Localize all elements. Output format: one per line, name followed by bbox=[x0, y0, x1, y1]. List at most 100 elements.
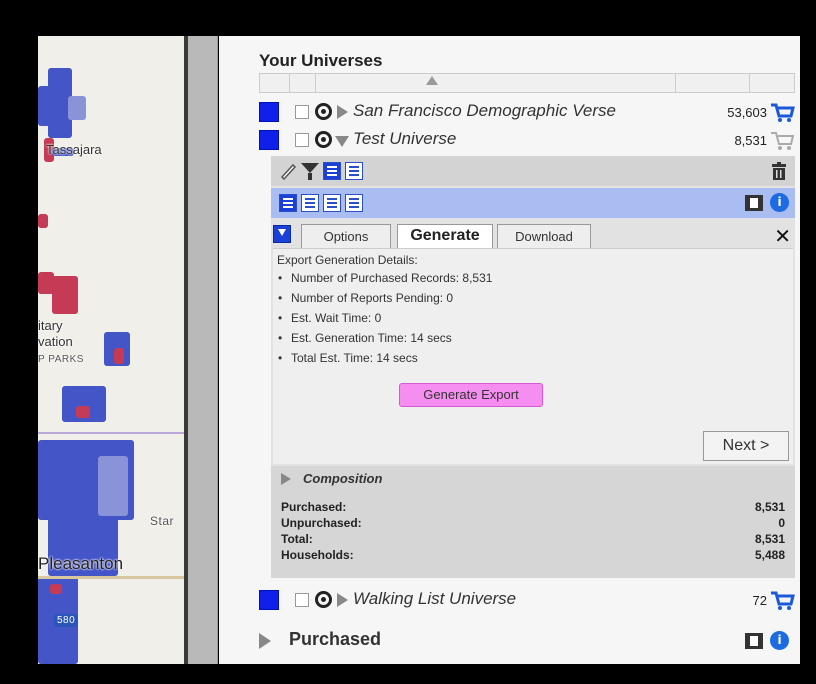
map-label: vation bbox=[38, 334, 73, 349]
universe-name[interactable]: San Francisco Demographic Verse bbox=[353, 101, 616, 121]
universe-name[interactable]: Test Universe bbox=[353, 129, 456, 149]
universe-checkbox[interactable] bbox=[295, 593, 309, 607]
copy-icon[interactable] bbox=[345, 194, 363, 212]
universe-name[interactable]: Walking List Universe bbox=[353, 589, 516, 609]
target-icon[interactable] bbox=[315, 591, 332, 608]
panel-splitter[interactable] bbox=[188, 36, 218, 664]
map-data-region bbox=[38, 86, 52, 126]
film-icon[interactable] bbox=[745, 633, 763, 649]
add-filter-icon[interactable] bbox=[323, 162, 341, 180]
filter-icon[interactable] bbox=[301, 163, 319, 180]
map-data-region bbox=[38, 272, 54, 294]
expand-arrow-icon[interactable] bbox=[337, 105, 348, 119]
composition-value: 5,488 bbox=[754, 548, 785, 562]
list-item: Number of Purchased Records: 8,531 bbox=[277, 271, 492, 291]
cart-icon[interactable] bbox=[769, 589, 795, 611]
expand-arrow-icon[interactable] bbox=[281, 473, 291, 485]
composition-value: 8,531 bbox=[754, 500, 785, 514]
walklist-icon[interactable] bbox=[323, 194, 341, 212]
highway-shield: 580 bbox=[54, 614, 79, 627]
report-icon[interactable] bbox=[301, 194, 319, 212]
universe-row[interactable]: Test Universe 8,531 bbox=[259, 127, 795, 153]
column-header bbox=[259, 73, 795, 93]
universe-color-swatch[interactable] bbox=[259, 590, 279, 610]
column-header-name[interactable] bbox=[316, 74, 676, 92]
map-data-region bbox=[50, 584, 62, 594]
export-download-icon[interactable] bbox=[279, 194, 297, 212]
document-icon[interactable] bbox=[345, 162, 363, 180]
composition-label: Households: bbox=[281, 548, 354, 562]
generate-export-button[interactable]: Generate Export bbox=[399, 383, 543, 407]
column-header-cell[interactable] bbox=[290, 74, 316, 92]
column-header-cell[interactable] bbox=[260, 74, 290, 92]
universe-toolbar bbox=[271, 156, 795, 186]
close-icon[interactable]: ✕ bbox=[774, 224, 791, 248]
composition-label: Unpurchased: bbox=[281, 516, 362, 530]
map-label: Pleasanton bbox=[38, 554, 124, 573]
map-label: P PARKS bbox=[38, 354, 84, 365]
universes-panel: Your Universes San Francisco Demographic… bbox=[219, 36, 800, 664]
expand-arrow-icon[interactable] bbox=[259, 633, 271, 649]
purchased-label: Purchased bbox=[289, 629, 382, 649]
purchased-section[interactable]: Purchased i bbox=[259, 628, 795, 654]
sort-ascending-icon bbox=[426, 76, 438, 85]
tab-generate[interactable]: Generate bbox=[397, 224, 493, 248]
export-details-list: Number of Purchased Records: 8,531 Numbe… bbox=[277, 271, 492, 371]
export-toolbar: i bbox=[271, 188, 795, 218]
list-item: Est. Wait Time: 0 bbox=[277, 311, 492, 331]
universe-color-swatch[interactable] bbox=[259, 102, 279, 122]
map-view[interactable]: Tassajara itary vation P PARKS Star Plea… bbox=[38, 36, 184, 664]
info-icon[interactable]: i bbox=[770, 631, 789, 650]
export-tabs: Options Generate Download ✕ bbox=[271, 222, 795, 248]
composition-section: Composition Purchased: 8,531 Unpurchased… bbox=[271, 466, 795, 578]
tab-options[interactable]: Options bbox=[301, 224, 391, 248]
composition-value: 8,531 bbox=[754, 532, 785, 546]
download-icon[interactable] bbox=[273, 225, 291, 243]
composition-row: Households: 5,488 bbox=[281, 548, 785, 564]
universe-count: 8,531 bbox=[734, 133, 767, 148]
generate-tab-content: Export Generation Details: Number of Pur… bbox=[273, 248, 793, 464]
list-item: Number of Reports Pending: 0 bbox=[277, 291, 492, 311]
tab-download[interactable]: Download bbox=[497, 224, 591, 248]
list-item: Total Est. Time: 14 secs bbox=[277, 351, 492, 371]
map-data-region bbox=[76, 406, 90, 418]
expand-arrow-icon[interactable] bbox=[337, 593, 348, 607]
list-item: Est. Generation Time: 14 secs bbox=[277, 331, 492, 351]
universe-count: 72 bbox=[752, 593, 767, 608]
universe-details: i Options Generate Download ✕ Export Gen… bbox=[271, 156, 795, 578]
universe-count: 53,603 bbox=[727, 105, 767, 120]
pencil-icon[interactable] bbox=[279, 162, 297, 180]
film-icon[interactable] bbox=[745, 195, 763, 211]
composition-row: Total: 8,531 bbox=[281, 532, 785, 548]
map-data-region bbox=[114, 348, 124, 364]
universe-row[interactable]: Walking List Universe 72 bbox=[259, 587, 795, 613]
target-icon[interactable] bbox=[315, 103, 332, 120]
composition-row: Unpurchased: 0 bbox=[281, 516, 785, 532]
composition-label: Total: bbox=[281, 532, 313, 546]
map-data-region bbox=[52, 276, 78, 314]
map-road bbox=[38, 432, 184, 434]
map-label: itary bbox=[38, 318, 63, 333]
universe-checkbox[interactable] bbox=[295, 133, 309, 147]
collapse-arrow-icon[interactable] bbox=[335, 136, 349, 147]
cart-icon[interactable] bbox=[769, 129, 795, 151]
map-data-region bbox=[38, 214, 48, 228]
composition-row: Purchased: 8,531 bbox=[281, 500, 785, 516]
map-data-region bbox=[98, 456, 128, 516]
next-button[interactable]: Next > bbox=[703, 431, 789, 461]
universe-color-swatch[interactable] bbox=[259, 130, 279, 150]
info-icon[interactable]: i bbox=[770, 193, 789, 212]
composition-value: 0 bbox=[778, 516, 785, 530]
map-label: Star bbox=[150, 514, 175, 528]
universe-row[interactable]: San Francisco Demographic Verse 53,603 bbox=[259, 99, 795, 125]
column-header-count[interactable] bbox=[676, 74, 750, 92]
trash-icon[interactable] bbox=[771, 162, 787, 180]
universe-checkbox[interactable] bbox=[295, 105, 309, 119]
export-details-title: Export Generation Details: bbox=[277, 253, 418, 267]
map-road bbox=[38, 576, 184, 579]
target-icon[interactable] bbox=[315, 131, 332, 148]
composition-title: Composition bbox=[303, 471, 383, 486]
composition-label: Purchased: bbox=[281, 500, 347, 514]
map-label: Tassajara bbox=[46, 142, 102, 157]
cart-icon[interactable] bbox=[769, 101, 795, 123]
